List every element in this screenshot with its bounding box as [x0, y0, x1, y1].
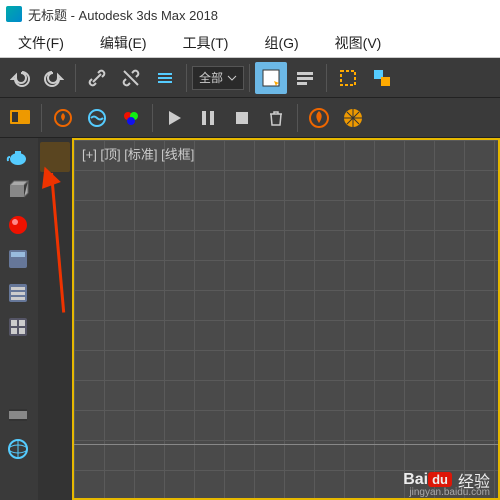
- workspace-button[interactable]: [4, 102, 36, 134]
- watermark-url: jingyan.baidu.com: [409, 487, 490, 498]
- title-bar: 无标题 - Autodesk 3ds Max 2018: [0, 0, 500, 28]
- box-tool[interactable]: [3, 176, 33, 206]
- panel-tool[interactable]: [3, 244, 33, 274]
- render-button[interactable]: [337, 102, 369, 134]
- pause-button[interactable]: [192, 102, 224, 134]
- viewport-top[interactable]: [+] [顶] [标准] [线框]: [72, 138, 500, 500]
- fireball-icon: [308, 107, 330, 129]
- undo-icon: [10, 68, 30, 88]
- selection-filter-dropdown[interactable]: 全部: [192, 66, 244, 90]
- list-icon: [6, 315, 30, 339]
- fire-icon: [53, 108, 73, 128]
- unlink-button[interactable]: [115, 62, 147, 94]
- spacer: [3, 346, 35, 396]
- separator: [297, 104, 298, 132]
- marquee-button[interactable]: [332, 62, 364, 94]
- menu-tools[interactable]: 工具(T): [165, 29, 247, 57]
- command-panel-tabs: [0, 138, 38, 500]
- viewport-axis: [74, 444, 498, 445]
- globe-tool[interactable]: [3, 434, 33, 464]
- undo-button[interactable]: [4, 62, 36, 94]
- sphere-tool[interactable]: [3, 210, 33, 240]
- select-name-icon: [295, 68, 315, 88]
- select-by-name-button[interactable]: [289, 62, 321, 94]
- teapot-tool[interactable]: [3, 142, 33, 172]
- viewport-tab-1[interactable]: [40, 142, 70, 172]
- stop-button[interactable]: [226, 102, 258, 134]
- bind-button[interactable]: [149, 62, 181, 94]
- separator: [41, 104, 42, 132]
- panel-icon: [6, 247, 30, 271]
- track-icon: [6, 281, 30, 305]
- play-icon: [165, 109, 183, 127]
- pause-icon: [199, 109, 217, 127]
- viewport-tab-2[interactable]: [40, 175, 70, 205]
- menu-bar: 文件(F) 编辑(E) 工具(T) 组(G) 视图(V): [0, 28, 500, 58]
- color-button[interactable]: [115, 102, 147, 134]
- separator: [249, 64, 250, 92]
- menu-edit[interactable]: 编辑(E): [82, 29, 165, 57]
- water-button[interactable]: [81, 102, 113, 134]
- menu-group[interactable]: 组(G): [246, 29, 316, 57]
- separator: [152, 104, 153, 132]
- select-object-button[interactable]: [255, 62, 287, 94]
- viewport-tabs: [38, 138, 72, 500]
- marquee-icon: [338, 68, 358, 88]
- menu-view[interactable]: 视图(V): [317, 29, 400, 57]
- redo-button[interactable]: [38, 62, 70, 94]
- link-icon: [87, 68, 107, 88]
- redo-icon: [44, 68, 64, 88]
- link-button[interactable]: [81, 62, 113, 94]
- window-title: 无标题 - Autodesk 3ds Max 2018: [28, 5, 218, 24]
- window-crossing-icon: [372, 68, 392, 88]
- main-toolbar: 全部: [0, 58, 500, 98]
- separator: [186, 64, 187, 92]
- app-icon: [6, 6, 22, 22]
- play-button[interactable]: [158, 102, 190, 134]
- window-crossing-button[interactable]: [366, 62, 398, 94]
- select-icon: [260, 67, 282, 89]
- chevron-down-icon: [227, 73, 237, 83]
- fireball-button[interactable]: [303, 102, 335, 134]
- box-icon: [6, 179, 30, 203]
- stop-icon: [233, 109, 251, 127]
- trash-icon: [267, 109, 285, 127]
- film-tool[interactable]: [3, 400, 33, 430]
- water-icon: [87, 108, 107, 128]
- workspace-icon: [8, 106, 32, 130]
- secondary-toolbar: [0, 98, 500, 138]
- track-tool[interactable]: [3, 278, 33, 308]
- film-icon: [6, 403, 30, 427]
- viewport-label[interactable]: [+] [顶] [标准] [线框]: [82, 144, 194, 163]
- color-icon: [121, 108, 141, 128]
- separator: [75, 64, 76, 92]
- globe-icon: [6, 437, 30, 461]
- bind-icon: [155, 68, 175, 88]
- unlink-icon: [121, 68, 141, 88]
- menu-file[interactable]: 文件(F): [0, 29, 82, 57]
- sphere-icon: [6, 213, 30, 237]
- trash-button[interactable]: [260, 102, 292, 134]
- separator: [326, 64, 327, 92]
- list-tool[interactable]: [3, 312, 33, 342]
- fire-button[interactable]: [47, 102, 79, 134]
- teapot-icon: [6, 145, 30, 169]
- dropdown-label: 全部: [199, 69, 223, 86]
- render-icon: [342, 107, 364, 129]
